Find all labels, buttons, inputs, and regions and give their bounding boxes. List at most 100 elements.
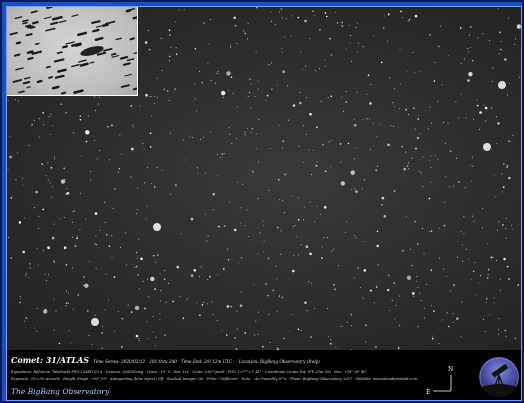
star [150, 95, 152, 97]
star [457, 256, 458, 258]
star [464, 187, 466, 189]
star [190, 274, 194, 277]
star [438, 45, 440, 48]
star [226, 71, 231, 76]
star [28, 144, 30, 146]
star-trail [119, 55, 129, 60]
star [279, 11, 281, 13]
star [332, 248, 334, 250]
star [105, 273, 107, 275]
star [164, 334, 166, 336]
star [465, 117, 467, 119]
star [227, 248, 229, 250]
star [281, 48, 283, 50]
star [362, 297, 364, 299]
star-trail [92, 28, 100, 33]
star [266, 94, 269, 97]
star [430, 181, 432, 183]
star [58, 342, 61, 345]
star-trail [43, 16, 52, 20]
star [95, 235, 97, 237]
star [38, 118, 40, 120]
star [430, 269, 433, 272]
star [258, 119, 260, 121]
star [287, 119, 289, 121]
star [459, 27, 462, 29]
star [499, 278, 501, 280]
star [448, 55, 450, 57]
star [94, 139, 95, 141]
star-trail [110, 52, 117, 56]
star [350, 35, 352, 36]
star [492, 256, 494, 258]
star [467, 48, 469, 50]
star [203, 22, 205, 24]
star [338, 265, 340, 267]
star [135, 251, 138, 254]
star [480, 275, 481, 277]
star [357, 267, 360, 269]
star [381, 204, 383, 206]
star-trail [71, 14, 79, 17]
star [107, 126, 109, 128]
star [501, 49, 502, 51]
star [355, 147, 357, 149]
star [67, 302, 69, 304]
star [314, 15, 316, 17]
star [376, 165, 378, 167]
caption-equipment: Equipment: Refractor Takahashi FSQ-106ED… [11, 370, 368, 374]
star-trail [122, 62, 131, 66]
star [210, 131, 212, 133]
star [350, 189, 352, 191]
star [132, 126, 134, 128]
star [312, 149, 314, 151]
star [275, 265, 277, 267]
star [420, 71, 422, 73]
star [211, 301, 213, 303]
star [174, 88, 176, 90]
star [25, 317, 28, 319]
star [83, 276, 85, 278]
star [490, 256, 493, 259]
star [280, 253, 282, 255]
star [518, 76, 520, 78]
star [41, 163, 43, 165]
star [54, 156, 56, 158]
star-trail [15, 67, 24, 71]
star [319, 29, 321, 31]
star [335, 346, 337, 348]
star [104, 221, 106, 223]
star [216, 154, 218, 156]
comet-inset [7, 7, 138, 96]
star [465, 248, 467, 250]
star [37, 264, 39, 266]
star [399, 49, 401, 51]
star [357, 51, 359, 53]
star [417, 118, 420, 120]
star [309, 252, 312, 256]
star [506, 164, 509, 167]
star [487, 243, 489, 244]
star [84, 283, 89, 288]
star [47, 179, 49, 181]
star [257, 88, 259, 90]
star [262, 220, 264, 222]
star [345, 231, 347, 233]
star [255, 7, 258, 9]
comet-title: Comet: 31/ATLAS [11, 355, 90, 365]
star [226, 334, 228, 336]
star [470, 46, 472, 48]
star [251, 127, 254, 130]
star [276, 310, 278, 312]
star [278, 295, 281, 297]
star [298, 254, 300, 256]
star [497, 229, 498, 231]
star [298, 145, 300, 147]
star [291, 15, 292, 17]
star [159, 273, 161, 275]
star [207, 235, 209, 237]
star [389, 310, 391, 312]
star [341, 25, 344, 27]
star [278, 199, 280, 201]
star [276, 347, 278, 349]
